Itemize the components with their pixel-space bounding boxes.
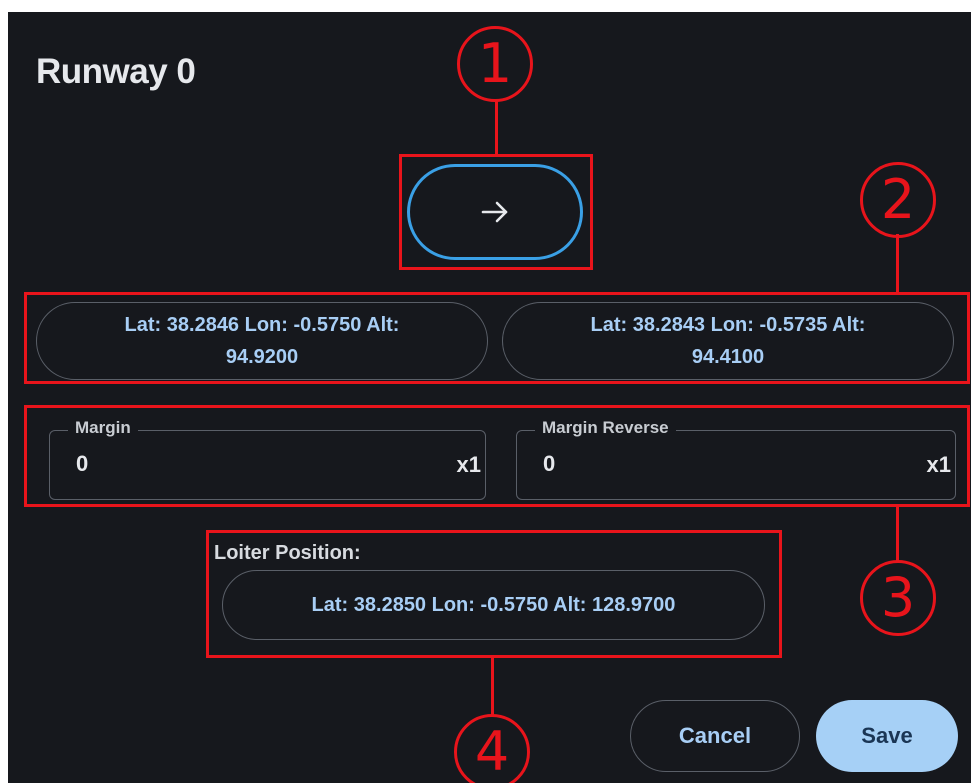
loiter-coords: Lat: 38.2850 Lon: -0.5750 Alt: 128.9700	[311, 594, 676, 616]
margin-reverse-label: Margin Reverse	[535, 418, 676, 438]
margin-reverse-field[interactable]: Margin Reverse x1	[516, 418, 956, 500]
annotation-marker-3: 3	[860, 560, 936, 636]
loiter-position-label: Loiter Position:	[214, 542, 361, 564]
dialog-title: Runway 0	[36, 52, 196, 91]
runway-direction-button[interactable]	[407, 164, 583, 260]
runway-end-coords-line2: 94.4100	[691, 346, 765, 368]
margin-field[interactable]: Margin x1	[49, 418, 486, 500]
margin-reverse-suffix: x1	[926, 452, 951, 477]
margin-label: Margin	[68, 418, 138, 438]
annotation-marker-4: 4	[454, 714, 530, 783]
annotation-connector-3	[896, 505, 899, 561]
runway-end-position-button[interactable]: Lat: 38.2843 Lon: -0.5735 Alt: 94.4100	[502, 302, 954, 380]
annotation-connector-2	[896, 234, 899, 294]
runway-start-position-button[interactable]: Lat: 38.2846 Lon: -0.5750 Alt: 94.9200	[36, 302, 488, 380]
annotation-connector-4	[491, 656, 494, 716]
save-button[interactable]: Save	[816, 700, 958, 772]
runway-start-coords-line2: 94.9200	[225, 346, 299, 368]
annotation-marker-1: 1	[457, 26, 533, 102]
loiter-position-button[interactable]: Lat: 38.2850 Lon: -0.5750 Alt: 128.9700	[222, 570, 765, 640]
arrow-right-icon	[480, 200, 510, 224]
annotation-marker-2: 2	[860, 162, 936, 238]
runway-dialog: Runway 0 Lat: 38.2846 Lon: -0.5750 Alt: …	[8, 12, 971, 783]
annotation-connector-1	[495, 100, 498, 156]
runway-end-coords-line1: Lat: 38.2843 Lon: -0.5735 Alt:	[590, 314, 866, 336]
margin-suffix: x1	[456, 452, 481, 477]
runway-start-coords-line1: Lat: 38.2846 Lon: -0.5750 Alt:	[124, 314, 400, 336]
margin-input[interactable]	[76, 451, 376, 477]
cancel-button[interactable]: Cancel	[630, 700, 800, 772]
margin-reverse-input[interactable]	[543, 451, 843, 477]
